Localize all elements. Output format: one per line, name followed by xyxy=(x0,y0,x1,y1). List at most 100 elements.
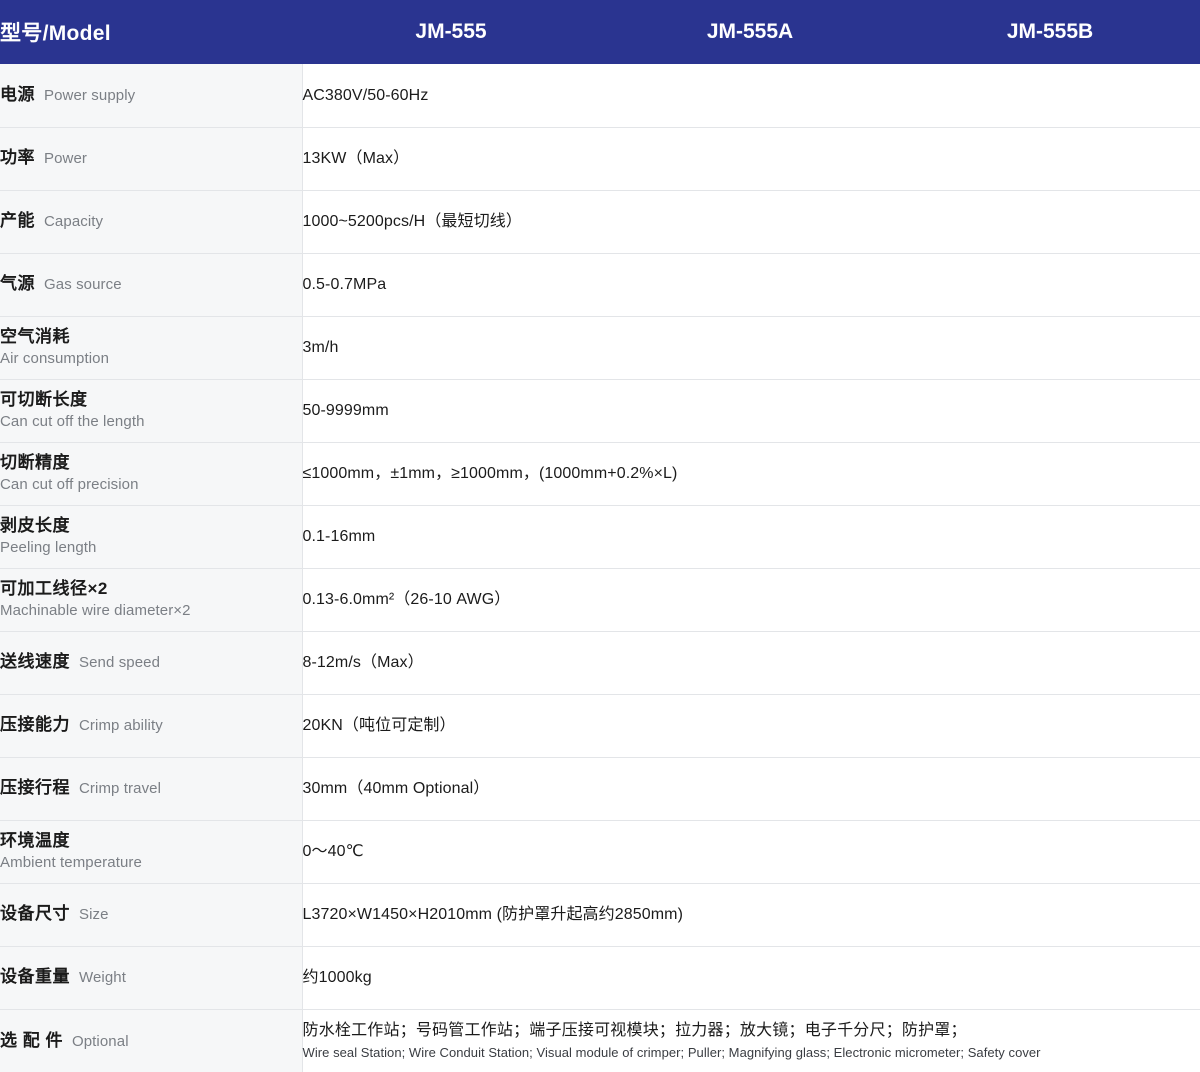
spec-label-cell: 压接能力 Crimp ability xyxy=(0,694,302,757)
spec-label-cn: 剥皮长度 xyxy=(0,515,302,537)
spec-value-text: 3m/h xyxy=(303,339,339,356)
spec-label-en: Peeling length xyxy=(0,538,302,558)
spec-label-cell: 设备尺寸 Size xyxy=(0,883,302,946)
spec-value-cell: 8-12m/s（Max） xyxy=(302,631,1200,694)
spec-label-cn: 气源 xyxy=(0,274,35,293)
spec-value-text: 约1000kg xyxy=(303,969,372,986)
table-row: 电源 Power supply AC380V/50-60Hz xyxy=(0,64,1200,127)
spec-label-cell: 气源 Gas source xyxy=(0,253,302,316)
spec-label-en: Optional xyxy=(72,1033,129,1050)
spec-label-en: Capacity xyxy=(44,213,103,230)
spec-value-text: 0～40℃ xyxy=(303,843,364,860)
spec-value-text: 0.1-16mm xyxy=(303,528,376,545)
spec-value-text: ≤1000mm，±1mm，≥1000mm，(1000mm+0.2%×L) xyxy=(303,465,678,482)
spec-label-cn: 可加工线径×2 xyxy=(0,578,302,600)
spec-value-cell: 约1000kg xyxy=(302,946,1200,1009)
header-variant-jm555: JM-555 xyxy=(302,0,600,64)
spec-label-en: Can cut off precision xyxy=(0,475,302,495)
table-row: 空气消耗Air consumption3m/h xyxy=(0,316,1200,379)
spec-value-text: 13KW（Max） xyxy=(303,150,410,167)
spec-label-en: Power supply xyxy=(44,87,135,104)
spec-label-en: Weight xyxy=(79,969,126,986)
table-row: 可加工线径×2Machinable wire diameter×20.13-6.… xyxy=(0,568,1200,631)
spec-label-cn: 设备尺寸 xyxy=(0,904,70,923)
header-variant-jm555a: JM-555A xyxy=(600,0,900,64)
spec-label-cell: 送线速度 Send speed xyxy=(0,631,302,694)
spec-label-cn: 可切断长度 xyxy=(0,389,302,411)
table-row: 送线速度 Send speed 8-12m/s（Max） xyxy=(0,631,1200,694)
table-row: 功率 Power 13KW（Max） xyxy=(0,127,1200,190)
spec-label-cell: 可加工线径×2Machinable wire diameter×2 xyxy=(0,568,302,631)
spec-label-en: Ambient temperature xyxy=(0,853,302,873)
spec-value-cell: 20KN（吨位可定制） xyxy=(302,694,1200,757)
spec-value-cell: 0.1-16mm xyxy=(302,505,1200,568)
spec-value-text: 8-12m/s（Max） xyxy=(303,654,424,671)
spec-label-cn: 设备重量 xyxy=(0,967,70,986)
header-row: 型号/Model JM-555 JM-555A JM-555B xyxy=(0,0,1200,64)
spec-label-cn: 产能 xyxy=(0,211,35,230)
spec-value-en: Wire seal Station; Wire Conduit Station;… xyxy=(303,1044,1200,1061)
header-variant-jm555b: JM-555B xyxy=(900,0,1200,64)
table-row: 选 配 件Optional防水栓工作站；号码管工作站；端子压接可视模块；拉力器；… xyxy=(0,1009,1200,1072)
table-row: 产能 Capacity 1000~5200pcs/H（最短切线） xyxy=(0,190,1200,253)
table-row: 设备重量 Weight 约1000kg xyxy=(0,946,1200,1009)
spec-label-cn: 压接行程 xyxy=(0,778,70,797)
spec-value-text: 0.5-0.7MPa xyxy=(303,276,387,293)
spec-label-cn: 功率 xyxy=(0,148,35,167)
header-model-label: 型号/Model xyxy=(0,0,302,64)
spec-value-cell: AC380V/50-60Hz xyxy=(302,64,1200,127)
table-row: 气源 Gas source 0.5-0.7MPa xyxy=(0,253,1200,316)
spec-label-en: Gas source xyxy=(44,276,122,293)
spec-value-cell: 13KW（Max） xyxy=(302,127,1200,190)
table-body: 电源 Power supply AC380V/50-60Hz 功率 Power 13KW（… xyxy=(0,64,1200,1072)
spec-value-cell: 1000~5200pcs/H（最短切线） xyxy=(302,190,1200,253)
table-row: 设备尺寸 Size L3720×W1450×H2010mm (防护罩升起高约2850… xyxy=(0,883,1200,946)
table-row: 切断精度Can cut off precision≤1000mm，±1mm，≥1… xyxy=(0,442,1200,505)
spec-value-cell: L3720×W1450×H2010mm (防护罩升起高约2850mm) xyxy=(302,883,1200,946)
spec-label-cn: 压接能力 xyxy=(0,715,70,734)
spec-label-cn: 电源 xyxy=(0,85,35,104)
spec-value-text: 0.13-6.0mm²（26-10 AWG） xyxy=(303,591,511,608)
spec-value-text: 1000~5200pcs/H（最短切线） xyxy=(303,213,522,230)
spec-value-cell: ≤1000mm，±1mm，≥1000mm，(1000mm+0.2%×L) xyxy=(302,442,1200,505)
spec-value-cell: 50-9999mm xyxy=(302,379,1200,442)
spec-value-cell: 30mm（40mm Optional） xyxy=(302,757,1200,820)
spec-value-cell: 0～40℃ xyxy=(302,820,1200,883)
spec-value-text: 50-9999mm xyxy=(303,402,389,419)
spec-value-text: AC380V/50-60Hz xyxy=(303,87,429,104)
spec-label-cell: 压接行程 Crimp travel xyxy=(0,757,302,820)
spec-label-en: Machinable wire diameter×2 xyxy=(0,601,302,621)
spec-value-cn: 防水栓工作站；号码管工作站；端子压接可视模块；拉力器；放大镜；电子千分尺；防护罩… xyxy=(303,1020,1200,1041)
spec-label-cell: 设备重量 Weight xyxy=(0,946,302,1009)
spec-value-text: L3720×W1450×H2010mm (防护罩升起高约2850mm) xyxy=(303,906,684,923)
spec-label-cell: 选 配 件Optional xyxy=(0,1009,302,1072)
spec-label-en: Size xyxy=(79,906,109,923)
table-row: 剥皮长度Peeling length0.1-16mm xyxy=(0,505,1200,568)
spec-label-en: Power xyxy=(44,150,87,167)
spec-label-en: Can cut off the length xyxy=(0,412,302,432)
spec-value-text: 20KN（吨位可定制） xyxy=(303,717,456,734)
spec-label-cell: 可切断长度Can cut off the length xyxy=(0,379,302,442)
spec-label-cn: 切断精度 xyxy=(0,452,302,474)
spec-label-cell: 产能 Capacity xyxy=(0,190,302,253)
specification-table: 型号/Model JM-555 JM-555A JM-555B 电源 Power … xyxy=(0,0,1200,1072)
table-row: 压接能力 Crimp ability 20KN（吨位可定制） xyxy=(0,694,1200,757)
spec-value-cell: 0.5-0.7MPa xyxy=(302,253,1200,316)
table-row: 可切断长度Can cut off the length50-9999mm xyxy=(0,379,1200,442)
spec-label-en: Send speed xyxy=(79,654,160,671)
spec-label-cn: 空气消耗 xyxy=(0,326,302,348)
spec-label-cell: 电源 Power supply xyxy=(0,64,302,127)
spec-label-en: Crimp ability xyxy=(79,717,163,734)
spec-label-cn: 送线速度 xyxy=(0,652,70,671)
table-row: 压接行程 Crimp travel 30mm（40mm Optional） xyxy=(0,757,1200,820)
spec-label-cell: 环境温度Ambient temperature xyxy=(0,820,302,883)
spec-value-cell: 3m/h xyxy=(302,316,1200,379)
spec-value-cell: 防水栓工作站；号码管工作站；端子压接可视模块；拉力器；放大镜；电子千分尺；防护罩… xyxy=(302,1009,1200,1072)
spec-label-en: Crimp travel xyxy=(79,780,161,797)
table-header: 型号/Model JM-555 JM-555A JM-555B xyxy=(0,0,1200,64)
spec-label-cell: 切断精度Can cut off precision xyxy=(0,442,302,505)
spec-label-cell: 功率 Power xyxy=(0,127,302,190)
table-row: 环境温度Ambient temperature0～40℃ xyxy=(0,820,1200,883)
spec-label-cn: 环境温度 xyxy=(0,830,302,852)
spec-label-en: Air consumption xyxy=(0,349,302,369)
